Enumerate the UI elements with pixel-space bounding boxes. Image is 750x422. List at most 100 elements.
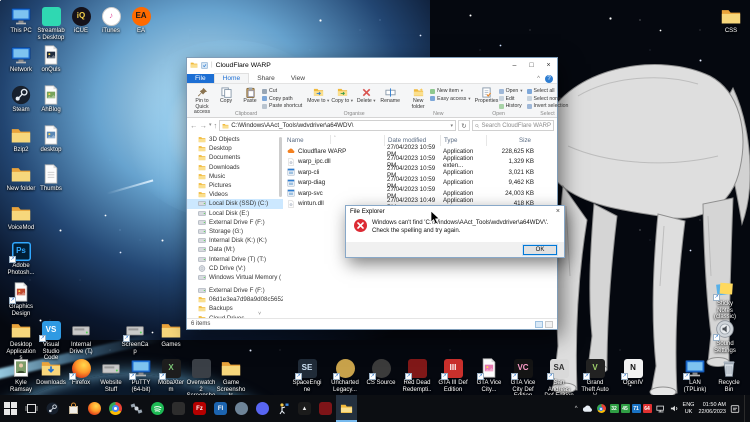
sidebar-item-storage-g[interactable]: Storage (G:) (187, 227, 283, 236)
ribbon-collapse-icon[interactable]: ^ (537, 76, 540, 82)
desktop-icon-red-dead-redempti[interactable]: ↗Red Dead Redempti... (402, 357, 432, 400)
desktop-icon-recycle-bin[interactable]: Recycle Bin (714, 357, 744, 393)
desktop-icon-gta-vice-city[interactable]: ↗GTA Vice City... (474, 357, 504, 393)
desktop-icon-game-screenshots[interactable]: Game Screenshots (216, 357, 246, 400)
sidebar-item-music[interactable]: Music (187, 172, 283, 181)
copy-to-button[interactable]: Copy to ▾ (330, 86, 354, 105)
desktop-icon-steam[interactable]: Steam (6, 84, 36, 114)
select-all-button[interactable]: Select all (527, 88, 569, 94)
address-dropdown-icon[interactable]: ▾ (450, 123, 453, 129)
desktop-icon-firefox[interactable]: ↗Firefox (66, 357, 96, 387)
new-item-button[interactable]: New item ▾ (430, 88, 470, 94)
edit-button[interactable]: Edit (499, 96, 523, 102)
refresh-button[interactable]: ↻ (458, 120, 470, 131)
cut-button[interactable]: Cut (262, 88, 302, 94)
steam-taskbar[interactable] (42, 395, 63, 422)
sharex-taskbar[interactable] (168, 395, 189, 422)
quick-access-toolbar-icon[interactable] (201, 62, 208, 69)
network-icon[interactable] (656, 405, 666, 413)
new-folder-button[interactable]: New folder (406, 86, 430, 110)
language-indicator[interactable]: ENGUK (683, 402, 695, 415)
desktop-icon-thumbs[interactable]: Thumbs (36, 163, 66, 193)
filezilla-taskbar[interactable]: Fz (189, 395, 210, 422)
tab-view[interactable]: View (283, 74, 313, 83)
tab-home[interactable]: Home (214, 73, 250, 83)
desktop-icon-ahblog[interactable]: AhBlog (36, 84, 66, 114)
maximize-button[interactable]: □ (523, 58, 540, 72)
desktop-icon-css[interactable]: CSS (716, 5, 746, 35)
minimize-button[interactable]: – (506, 58, 523, 72)
paste-shortcut-button[interactable]: Paste shortcut (262, 103, 302, 109)
desktop-icon-cs-source[interactable]: ↗CS Source (366, 357, 396, 387)
desktop-icon-gta-vice-city-def-edition[interactable]: VC↗GTA Vice City Def Edition (508, 357, 538, 400)
desktop-icon-adobe-photosh[interactable]: Ps↗Adobe Photosh... (6, 240, 36, 276)
sidebar-item-local-disk-e[interactable]: Local Disk (E:) (187, 209, 283, 218)
select-none-button[interactable]: Select none (527, 96, 569, 102)
nav-scroll-down-icon[interactable]: ˅ (258, 311, 261, 317)
open-button[interactable]: Open ▾ (499, 88, 523, 94)
sidebar-item-backups[interactable]: Backups (187, 304, 283, 313)
desktop-icon-icue[interactable]: iQiCUE (66, 5, 96, 35)
action-center-icon[interactable] (730, 404, 740, 414)
search-input[interactable]: Search CloudFlare WARP (472, 120, 554, 131)
sidebar-item-downloads[interactable]: Downloads (187, 163, 283, 172)
store-app[interactable] (63, 395, 84, 422)
desktop-icon-desktop[interactable]: desktop (36, 124, 66, 154)
tab-file[interactable]: File (187, 74, 214, 83)
easy-access-button[interactable]: Easy access ▾ (430, 96, 470, 102)
sidebar-item-06d1e3ea7d98a9d08c5652fe[interactable]: 06d1e3ea7d98a9d08c5652fe (187, 295, 283, 304)
column-header-date-modified[interactable]: Date modified (384, 135, 440, 146)
file-explorer-taskbar[interactable] (336, 395, 357, 422)
desktop-icon-visual-studio-code[interactable]: VS↗Visual Studio Code (36, 319, 66, 362)
firefox-taskbar[interactable] (84, 395, 105, 422)
desktop-icon-games[interactable]: Games (156, 319, 186, 349)
desktop-icon-screencap[interactable]: ↗ScreenCap (120, 319, 150, 355)
sidebar-item-cd-drive-v[interactable]: CD Drive (V:) (187, 264, 283, 273)
ok-button[interactable]: OK (523, 245, 557, 255)
history-button[interactable]: History (499, 103, 523, 109)
clock[interactable]: 01:50 AM22/06/2023 (698, 402, 726, 415)
desktop-icon-sound-settings[interactable]: ↗Sound Settings (710, 318, 740, 354)
explorer-titlebar[interactable]: | CloudFlare WARP – □ × (187, 58, 557, 72)
dialog-titlebar[interactable]: File Explorer × (346, 206, 564, 217)
space-engine-taskbar[interactable] (126, 395, 147, 422)
recent-locations-icon[interactable]: ▾ (209, 123, 212, 128)
forward-icon[interactable]: → (200, 122, 208, 130)
desktop-icon-putty-64-bit[interactable]: ↗PuTTY (64-bit) (126, 357, 156, 393)
hardware-monitor-badge[interactable]: 71 (632, 404, 641, 413)
desktop-icon-ea[interactable]: EAEA (126, 5, 156, 35)
close-button[interactable]: × (540, 58, 557, 72)
sidebar-item-documents[interactable]: Documents (187, 153, 283, 162)
copy-path-button[interactable]: Copy path (262, 96, 302, 102)
desktop-icon-san-andreas-def-edition[interactable]: SA↗San Andreas Def Edition (544, 357, 574, 400)
desktop-icon-downloads[interactable]: Downloads (36, 357, 66, 387)
column-header-size[interactable]: Size (486, 135, 536, 146)
column-header-type[interactable]: Type (440, 135, 486, 146)
help-icon[interactable]: ? (545, 75, 553, 83)
mountain-app[interactable]: ▲ (294, 395, 315, 422)
desktop-icon-desktop-applications[interactable]: Desktop Applications (6, 319, 36, 362)
dark-red-app[interactable] (315, 395, 336, 422)
desktop-icon-this-pc[interactable]: This PC (6, 5, 36, 35)
desktop-icon-kyle-ramsay[interactable]: Kyle Ramsay (6, 357, 36, 393)
tab-share[interactable]: Share (249, 74, 283, 83)
nav-scrollbar[interactable] (279, 137, 282, 197)
desktop-icon-grand-theft-auto-v[interactable]: V↗Grand Theft Auto V (580, 357, 610, 400)
globe-app[interactable] (231, 395, 252, 422)
sidebar-item-data-m[interactable]: Data (M:) (187, 245, 283, 254)
sidebar-item-videos[interactable]: Videos (187, 190, 283, 199)
sidebar-item-pictures[interactable]: Pictures (187, 181, 283, 190)
tray-expand-icon[interactable]: ^ (575, 406, 578, 412)
sidebar-item-desktop[interactable]: Desktop (187, 144, 283, 153)
desktop-icon-gta-iii-def-edition[interactable]: III↗GTA III Def Edition (438, 357, 468, 393)
sidebar-item-internal-drive-t-t[interactable]: Internal Drive (T) (T:) (187, 254, 283, 263)
desktop-icon-onquls[interactable]: onQuls (36, 44, 66, 74)
start-button[interactable] (0, 395, 21, 422)
back-icon[interactable]: ← (190, 122, 198, 130)
dialog-close-icon[interactable]: × (556, 208, 560, 215)
chrome-taskbar[interactable] (105, 395, 126, 422)
hardware-monitor-badge[interactable]: 45 (621, 404, 630, 413)
desktop-icon-bzip2[interactable]: Bzip2 (6, 124, 36, 154)
desktop-icon-streamlabs-desktop[interactable]: Streamlabs Desktop (36, 5, 66, 41)
rename-button[interactable]: Rename (378, 86, 402, 105)
